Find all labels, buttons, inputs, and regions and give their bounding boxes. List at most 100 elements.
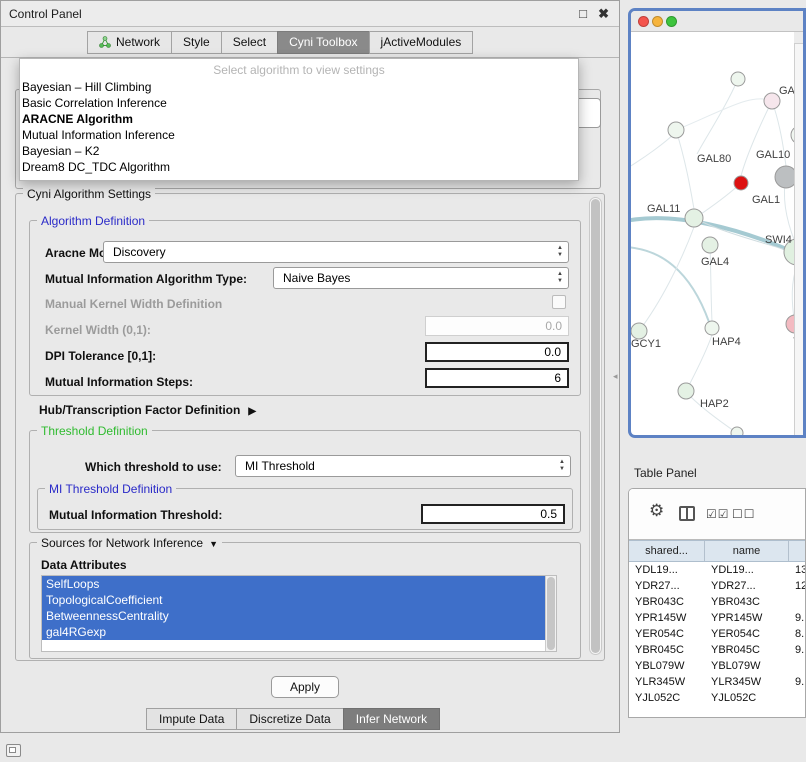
settings-scrollbar-thumb[interactable]: [591, 199, 600, 653]
network-node[interactable]: [764, 93, 780, 109]
table-cell: [789, 690, 806, 706]
network-window-titlebar[interactable]: [631, 11, 803, 32]
traffic-close-button[interactable]: [638, 16, 649, 27]
table-cell: YPR145W: [629, 610, 705, 626]
table-row[interactable]: YLR345WYLR345W9.: [629, 674, 806, 690]
settings-scrollbar[interactable]: [589, 197, 602, 655]
network-edge[interactable]: [697, 79, 738, 154]
close-icon[interactable]: ✖: [598, 6, 609, 22]
apply-button[interactable]: Apply: [271, 676, 339, 698]
expand-right-icon[interactable]: ▶: [248, 406, 256, 417]
algorithm-option[interactable]: Mutual Information Inference: [20, 127, 578, 143]
table-column-header[interactable]: shared...: [629, 541, 705, 561]
network-scrollbar-button[interactable]: [794, 32, 803, 44]
table-row[interactable]: YBR043CYBR043C: [629, 594, 806, 610]
node-label: GCY1: [631, 338, 661, 350]
panel-dock-icon[interactable]: [6, 744, 21, 757]
panel-splitter-handle[interactable]: ◂: [613, 369, 623, 385]
table-row[interactable]: YBL079WYBL079W: [629, 658, 806, 674]
table-cell: YBL079W: [705, 658, 789, 674]
mi-threshold-input[interactable]: 0.5: [421, 504, 565, 524]
attribute-item[interactable]: SelfLoops: [42, 576, 545, 592]
attributes-scrollbar[interactable]: [545, 576, 556, 651]
table-row[interactable]: YJL052CYJL052C: [629, 690, 806, 706]
network-node[interactable]: [678, 383, 694, 399]
table-row[interactable]: YER054CYER054C8.: [629, 626, 806, 642]
attribute-item[interactable]: BetweennessCentrality: [42, 608, 545, 624]
node-label: GAL4: [701, 256, 729, 268]
attribute-item[interactable]: TopologicalCoefficient: [42, 592, 545, 608]
network-node[interactable]: [702, 237, 718, 253]
tab-label: jActiveModules: [381, 32, 462, 53]
table-row[interactable]: YPR145WYPR145W9.: [629, 610, 806, 626]
algorithm-option[interactable]: ARACNE Algorithm: [20, 111, 578, 127]
node-label: SWI4: [765, 234, 792, 246]
attributes-scrollbar-thumb[interactable]: [547, 577, 555, 650]
algorithm-option[interactable]: Bayesian – Hill Climbing: [20, 79, 578, 95]
network-edge[interactable]: [631, 132, 676, 172]
mi-threshold-group-title: MI Threshold Definition: [45, 482, 176, 496]
float-window-icon[interactable]: □: [579, 6, 587, 21]
network-edge[interactable]: [686, 335, 712, 391]
tab-select[interactable]: Select: [221, 31, 278, 54]
deselect-all-checkboxes-icon[interactable]: ☐☐: [732, 507, 756, 521]
mi-steps-input[interactable]: 6: [425, 368, 569, 388]
table-row[interactable]: YDR27...YDR27...12: [629, 578, 806, 594]
bottom-tab-impute-data[interactable]: Impute Data: [146, 708, 237, 730]
network-canvas[interactable]: GAL8GAL80GAL10GAL11GAL1SWI4GAL4GCY1HAP4Y…: [631, 32, 803, 435]
table-column-header[interactable]: name: [705, 541, 789, 561]
tab-network[interactable]: Network: [87, 31, 172, 54]
dpi-tolerance-input[interactable]: 0.0: [425, 342, 569, 362]
table-cell: YER054C: [629, 626, 705, 642]
combo-down-icon: ▼: [559, 466, 565, 473]
gear-icon[interactable]: ⚙: [649, 501, 664, 521]
network-scrollbar[interactable]: [794, 32, 803, 435]
attribute-item[interactable]: gal4RGexp: [42, 624, 545, 640]
collapse-down-icon[interactable]: ▼: [209, 539, 218, 549]
table-toolbar: ⚙ ☑☑ ☐☐: [629, 489, 805, 540]
kernel-width-input[interactable]: 0.0: [425, 316, 569, 336]
table-column-header[interactable]: [789, 541, 806, 561]
network-edge[interactable]: [701, 183, 741, 214]
tab-label: Style: [183, 32, 210, 53]
network-node[interactable]: [731, 427, 743, 435]
network-edge[interactable]: [676, 99, 772, 130]
data-attributes-label: Data Attributes: [41, 558, 127, 572]
network-node[interactable]: [685, 209, 703, 227]
tab-label: Cyni Toolbox: [289, 32, 357, 53]
network-edge[interactable]: [631, 247, 709, 322]
combo-down-icon: ▼: [557, 252, 563, 259]
algorithm-option[interactable]: Bayesian – K2: [20, 143, 578, 159]
which-threshold-select[interactable]: MI Threshold ▲▼: [235, 455, 571, 477]
network-node[interactable]: [705, 321, 719, 335]
aracne-mode-select[interactable]: Discovery ▲▼: [103, 241, 569, 263]
select-all-checkboxes-icon[interactable]: ☑☑: [706, 507, 730, 521]
sources-group-title[interactable]: Sources for Network Inference▼: [37, 536, 222, 550]
algorithm-dropdown-items: Bayesian – Hill ClimbingBasic Correlatio…: [20, 79, 578, 175]
aracne-mode-value: Discovery: [113, 245, 166, 259]
bottom-tab-infer-network[interactable]: Infer Network: [343, 708, 440, 730]
table-row[interactable]: YDL19...YDL19...13: [629, 562, 806, 578]
tab-jactivemodules[interactable]: jActiveModules: [369, 31, 474, 54]
tab-style[interactable]: Style: [171, 31, 222, 54]
bottom-tab-discretize-data[interactable]: Discretize Data: [236, 708, 343, 730]
traffic-zoom-button[interactable]: [666, 16, 677, 27]
table-row[interactable]: YBR045CYBR045C9.: [629, 642, 806, 658]
algorithm-option[interactable]: Basic Correlation Inference: [20, 95, 578, 111]
control-panel-titlebar[interactable]: Control Panel □ ✖: [1, 1, 619, 27]
data-attributes-list[interactable]: SelfLoopsTopologicalCoefficientBetweenne…: [41, 575, 557, 652]
network-edge[interactable]: [676, 130, 694, 209]
hub-section-toggle[interactable]: Hub/Transcription Factor Definition▶: [39, 403, 256, 417]
network-view-window: GAL8GAL80GAL10GAL11GAL1SWI4GAL4GCY1HAP4Y…: [628, 8, 806, 438]
tab-cyni-toolbox[interactable]: Cyni Toolbox: [277, 31, 369, 54]
network-edge[interactable]: [741, 101, 772, 176]
manual-kernel-checkbox[interactable]: [552, 295, 566, 309]
network-node[interactable]: [668, 122, 684, 138]
mi-type-select[interactable]: Naive Bayes ▲▼: [273, 267, 569, 289]
traffic-minimize-button[interactable]: [652, 16, 663, 27]
columns-icon[interactable]: [679, 506, 695, 521]
network-node[interactable]: [734, 176, 748, 190]
network-node[interactable]: [631, 323, 647, 339]
algorithm-option[interactable]: Dream8 DC_TDC Algorithm: [20, 159, 578, 175]
network-node[interactable]: [731, 72, 745, 86]
